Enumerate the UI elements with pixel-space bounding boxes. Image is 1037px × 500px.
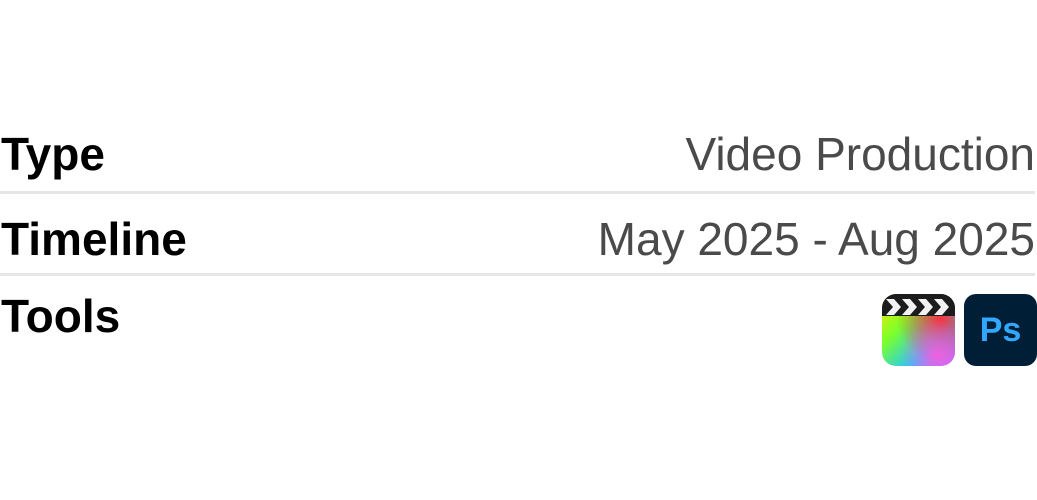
photoshop-icon-text: Ps <box>980 311 1022 349</box>
project-details: Type Video Production Timeline May 2025 … <box>0 108 1037 376</box>
timeline-label: Timeline <box>1 213 187 265</box>
photoshop-icon: Ps <box>964 294 1037 366</box>
detail-row-type: Type Video Production <box>0 108 1035 194</box>
tools-label: Tools <box>1 290 121 342</box>
type-label: Type <box>1 128 105 180</box>
final-cut-pro-icon <box>882 294 955 366</box>
detail-row-tools: Tools Ps <box>0 276 1037 376</box>
timeline-value: May 2025 - Aug 2025 <box>597 213 1035 265</box>
detail-row-timeline: Timeline May 2025 - Aug 2025 <box>0 194 1035 276</box>
type-value: Video Production <box>685 128 1035 180</box>
tools-list: Ps <box>882 290 1037 366</box>
